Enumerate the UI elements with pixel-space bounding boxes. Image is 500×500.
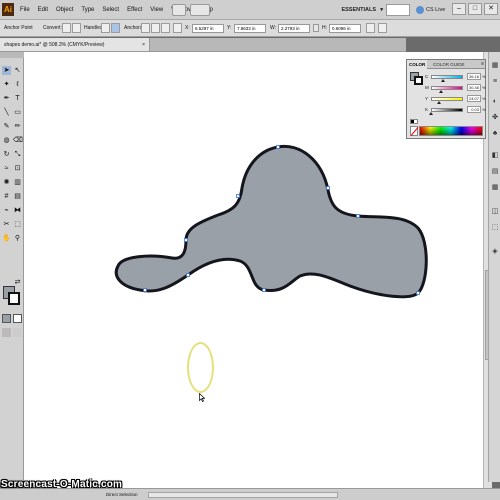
yellow-knob[interactable]	[436, 101, 441, 104]
panel-dock: ▦ ≡ ◐ ✤ ♣ ◧ ▤ ▦ ◫ ⬚ ◈	[488, 52, 500, 482]
magenta-value[interactable]: 30.46	[467, 84, 481, 91]
rotate-tool-icon[interactable]: ↻	[2, 150, 11, 159]
cyan-row: C 36.16 %	[425, 73, 486, 84]
tab-color[interactable]: COLOR	[407, 60, 428, 69]
direct-selection-tool-icon[interactable]: ↖	[13, 66, 22, 75]
brushes-icon[interactable]: ✤	[491, 114, 499, 122]
color-mode-icon[interactable]	[2, 314, 11, 323]
cursor-highlight-ring	[187, 342, 214, 393]
slice-tool-icon[interactable]: ✂	[2, 220, 11, 229]
gradient-panel-icon[interactable]: ▤	[491, 168, 499, 176]
black-label: K	[425, 107, 429, 112]
anchor-point[interactable]	[276, 145, 280, 149]
scale-tool-icon[interactable]: ⤡	[13, 150, 22, 159]
yellow-row: Y 24.07 %	[425, 95, 486, 106]
anchor-point[interactable]	[143, 288, 147, 292]
eyedropper-tool-icon[interactable]: ⌁	[2, 206, 11, 215]
pen-tool-icon[interactable]: ✒	[2, 94, 11, 103]
screen-mode-icon[interactable]	[13, 328, 22, 337]
stroke-swatch[interactable]	[8, 292, 20, 305]
screencast-watermark: Screencast-O-Matic.com	[1, 479, 123, 490]
anchor-point[interactable]	[186, 273, 190, 277]
black-value[interactable]: 0.03	[467, 106, 481, 113]
symbols-icon[interactable]: ♣	[491, 130, 499, 138]
anchor-point[interactable]	[184, 238, 188, 242]
tab-color-guide[interactable]: COLOR GUIDE	[431, 60, 467, 69]
panel-menu-icon[interactable]: ≡	[481, 60, 484, 69]
horizontal-scrollbar-thumb[interactable]	[148, 492, 338, 498]
cyan-value[interactable]: 36.16	[467, 73, 481, 80]
black-slider[interactable]	[431, 108, 463, 112]
panel-grip[interactable]	[0, 52, 24, 58]
paintbrush-tool-icon[interactable]: ✎	[2, 122, 11, 131]
gradient-tool-icon[interactable]: ▤	[13, 192, 22, 201]
percent-label: %	[482, 74, 486, 79]
magenta-row: M 30.46 %	[425, 84, 486, 95]
percent-label: %	[482, 96, 486, 101]
none-swatch[interactable]	[410, 126, 418, 136]
status-current-tool[interactable]: Direct Selection	[100, 491, 146, 499]
panel-stroke-swatch[interactable]	[414, 76, 423, 85]
black-knob[interactable]	[429, 112, 433, 115]
magenta-knob[interactable]	[438, 90, 443, 93]
pencil-tool-icon[interactable]: ✏	[13, 122, 22, 131]
transparency-icon[interactable]: ▦	[491, 184, 499, 192]
graph-tool-icon[interactable]: ▥	[13, 178, 22, 187]
anchor-point[interactable]	[356, 214, 360, 218]
black-white-swatch[interactable]	[410, 119, 418, 124]
swatches-icon[interactable]: ◐	[491, 98, 499, 106]
lasso-tool-icon[interactable]: ℓ	[13, 80, 22, 89]
cyan-knob[interactable]	[440, 79, 445, 82]
gradient-mode-icon[interactable]	[13, 314, 22, 323]
color-panel-tabs: COLOR COLOR GUIDE ≡	[407, 60, 485, 69]
tools-panel: ➤ ↖ ✦ ℓ ✒ T ╲ ▭ ✎ ✏ ◍ ⌫ ↻ ⤡ ≈ ⊡ ✺ ▥ # ▤ …	[0, 52, 24, 482]
stroke-panel-icon[interactable]: ◧	[491, 152, 499, 160]
magic-wand-tool-icon[interactable]: ✦	[2, 80, 11, 89]
magenta-slider[interactable]	[431, 86, 463, 90]
eraser-tool-icon[interactable]: ⌫	[13, 136, 23, 145]
percent-label: %	[482, 107, 486, 112]
anchor-point[interactable]	[326, 186, 330, 190]
swap-fill-stroke-icon[interactable]: ⇄	[13, 278, 22, 287]
draw-normal-icon[interactable]	[2, 328, 11, 337]
color-panel-icon[interactable]: ▦	[491, 62, 499, 70]
layers-icon[interactable]: ◈	[491, 248, 499, 256]
line-tool-icon[interactable]: ╲	[2, 108, 11, 117]
black-row: K 0.03 %	[425, 106, 486, 117]
color-spectrum[interactable]	[419, 126, 483, 136]
blob-brush-tool-icon[interactable]: ◍	[2, 136, 11, 145]
mesh-tool-icon[interactable]: #	[2, 192, 11, 201]
hand-tool-icon[interactable]: ✋	[2, 234, 11, 243]
cyan-label: C	[425, 74, 429, 79]
anchor-point[interactable]	[262, 288, 266, 292]
mouse-cursor-icon	[199, 393, 205, 402]
color-panel: COLOR COLOR GUIDE ≡ C 36.16 % M 30.46 % …	[406, 59, 486, 139]
graphic-styles-icon[interactable]: ⬚	[491, 224, 499, 232]
blend-tool-icon[interactable]: ⧓	[13, 206, 22, 215]
anchor-point[interactable]	[236, 194, 240, 198]
type-tool-icon[interactable]: T	[13, 94, 22, 103]
selection-tool-icon[interactable]: ➤	[2, 66, 11, 75]
cyan-slider[interactable]	[431, 75, 463, 79]
magenta-label: M	[425, 85, 429, 90]
color-guide-icon[interactable]: ≡	[491, 78, 499, 86]
appearance-icon[interactable]: ◫	[491, 208, 499, 216]
yellow-label: Y	[425, 96, 429, 101]
zoom-tool-icon[interactable]: ⚲	[13, 234, 22, 243]
anchor-point[interactable]	[416, 291, 420, 295]
symbol-sprayer-tool-icon[interactable]: ✺	[2, 178, 11, 187]
warp-tool-icon[interactable]: ≈	[2, 164, 11, 173]
artboard-tool-icon[interactable]: ⬚	[13, 220, 22, 229]
yellow-value[interactable]: 24.07	[467, 95, 481, 102]
percent-label: %	[482, 85, 486, 90]
rectangle-tool-icon[interactable]: ▭	[13, 108, 22, 117]
blob-shape[interactable]	[114, 144, 428, 299]
free-transform-tool-icon[interactable]: ⊡	[13, 164, 22, 173]
